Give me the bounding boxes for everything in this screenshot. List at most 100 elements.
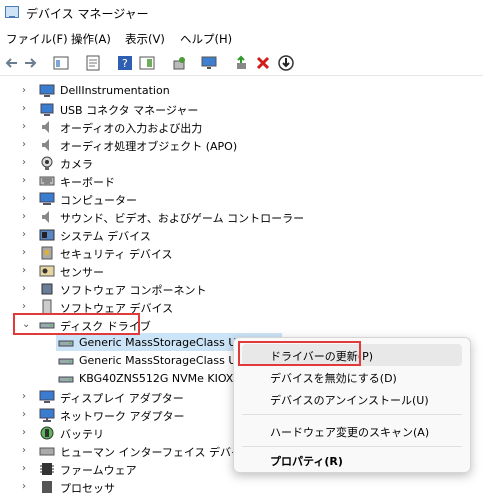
speaker-icon: [39, 119, 55, 135]
network-icon: [39, 407, 55, 423]
scan-hardware-icon[interactable]: [170, 54, 188, 72]
usb-icon: [39, 101, 55, 117]
highlight-box-update-driver: [238, 341, 361, 366]
chevron-right-icon[interactable]: ›: [22, 481, 32, 493]
disk-icon: [58, 335, 74, 351]
camera-icon: [39, 155, 55, 171]
chevron-right-icon[interactable]: ›: [22, 211, 32, 223]
tree-item-sound-video-game[interactable]: › サウンド、ビデオ、およびゲーム コントローラー: [0, 208, 483, 226]
tree-label: セキュリティ デバイス: [60, 248, 173, 261]
chevron-right-icon[interactable]: ›: [22, 247, 32, 259]
display-icon: [39, 389, 55, 405]
tree-label: DellInstrumentation: [60, 84, 170, 97]
tree-label: ファームウェア: [60, 464, 137, 477]
chevron-right-icon[interactable]: ›: [22, 175, 32, 187]
menu-separator: [242, 414, 462, 415]
speaker-icon: [39, 137, 55, 153]
tree-label: ソフトウェア コンポーネント: [60, 284, 207, 297]
speaker-icon: [39, 209, 55, 225]
tree-label: カメラ: [60, 158, 93, 171]
menu-item-properties[interactable]: プロパティ(R): [242, 451, 462, 469]
tree-label: オーディオの入力および出力: [60, 122, 203, 135]
tree-label: センサー: [60, 266, 104, 279]
tree-item-dellinstrumentation[interactable]: › DellInstrumentation: [0, 82, 483, 100]
menu-view[interactable]: 表示(V): [125, 31, 165, 47]
tree-label: キーボード: [60, 176, 115, 189]
menu-file[interactable]: ファイル(F): [6, 31, 68, 47]
chevron-right-icon[interactable]: ›: [22, 121, 32, 133]
chevron-right-icon[interactable]: ›: [22, 139, 32, 151]
chevron-right-icon[interactable]: ›: [22, 85, 32, 97]
highlight-box-disk-drives: [13, 313, 140, 335]
tree-label: システム デバイス: [60, 230, 151, 243]
tree-item-computer[interactable]: › コンピューター: [0, 190, 483, 208]
tree-label: ヒューマン インターフェイス デバイス: [60, 446, 253, 459]
tree-item-keyboard[interactable]: › キーボード: [0, 172, 483, 190]
tree-item-sensors[interactable]: › センサー: [0, 262, 483, 280]
firmware-icon: [39, 461, 55, 477]
chevron-right-icon[interactable]: ›: [22, 409, 32, 421]
tree-view-icon[interactable]: [52, 54, 70, 72]
computer-icon: [39, 191, 55, 207]
help-icon[interactable]: ?: [116, 54, 134, 72]
chevron-right-icon[interactable]: ›: [22, 391, 32, 403]
update-driver-icon[interactable]: [232, 54, 250, 72]
uninstall-x-icon[interactable]: [254, 54, 272, 72]
chevron-right-icon[interactable]: ›: [22, 265, 32, 277]
menu-separator: [242, 446, 462, 447]
chevron-right-icon[interactable]: ›: [22, 283, 32, 295]
puzzle-icon: [39, 281, 55, 297]
download-circle-icon[interactable]: [277, 54, 295, 72]
tree-item-security-devices[interactable]: › セキュリティ デバイス: [0, 244, 483, 262]
tree-item-apo[interactable]: › オーディオ処理オブジェクト (APO): [0, 136, 483, 154]
disk-icon: [58, 371, 74, 387]
chevron-right-icon[interactable]: ›: [22, 463, 32, 475]
security-icon: [39, 245, 55, 261]
processor-icon: [39, 479, 55, 495]
tree-label: ディスプレイ アダプター: [60, 392, 184, 405]
title-bar: デバイス マネージャー: [0, 0, 483, 26]
menu-item-disable-device[interactable]: デバイスを無効にする(D): [242, 366, 462, 388]
window-title: デバイス マネージャー: [26, 7, 149, 21]
chevron-right-icon[interactable]: ›: [22, 301, 32, 313]
chevron-right-icon[interactable]: ›: [22, 193, 32, 205]
hid-icon: [39, 443, 55, 459]
tree-item-usb-connector[interactable]: › USB コネクタ マネージャー: [0, 100, 483, 118]
chevron-right-icon[interactable]: ›: [22, 445, 32, 457]
monitor-icon: [39, 83, 55, 99]
tree-label: ネットワーク アダプター: [60, 410, 185, 423]
tree-label: USB コネクタ マネージャー: [60, 104, 199, 117]
menu-item-uninstall-device[interactable]: デバイスのアンインストール(U): [242, 388, 462, 410]
forward-arrow-icon[interactable]: [22, 54, 40, 72]
disk-icon: [58, 353, 74, 369]
tree-label: サウンド、ビデオ、およびゲーム コントローラー: [60, 212, 305, 225]
back-arrow-icon[interactable]: [2, 54, 20, 72]
tree-item-camera[interactable]: › カメラ: [0, 154, 483, 172]
chevron-right-icon[interactable]: ›: [22, 157, 32, 169]
menu-item-scan-hardware[interactable]: ハードウェア変更のスキャン(A): [242, 420, 462, 442]
keyboard-icon: [39, 173, 55, 189]
chevron-right-icon[interactable]: ›: [22, 229, 32, 241]
system-icon: [39, 227, 55, 243]
chevron-right-icon[interactable]: ›: [22, 427, 32, 439]
svg-text:?: ?: [122, 57, 128, 70]
menu-bar: ファイル(F) 操作(A) 表示(V) ヘルプ(H): [0, 29, 483, 49]
chevron-right-icon[interactable]: ›: [22, 103, 32, 115]
battery-icon: [39, 425, 55, 441]
tree-item-software-components[interactable]: › ソフトウェア コンポーネント: [0, 280, 483, 298]
menu-action[interactable]: 操作(A): [71, 31, 111, 47]
toolbar: ?: [0, 51, 483, 76]
properties-sheet-icon[interactable]: [84, 54, 102, 72]
monitor-icon[interactable]: [200, 54, 218, 72]
menu-help[interactable]: ヘルプ(H): [180, 31, 232, 47]
tree-label: プロセッサ: [60, 482, 115, 495]
sensor-icon: [39, 263, 55, 279]
tree-label: オーディオ処理オブジェクト (APO): [60, 140, 238, 153]
tree-item-processors[interactable]: › プロセッサ: [0, 478, 483, 496]
device-manager-app-icon: [5, 6, 19, 18]
tree-item-audio-io[interactable]: › オーディオの入力および出力: [0, 118, 483, 136]
tree-label: バッテリ: [60, 428, 104, 441]
tree-item-system-devices[interactable]: › システム デバイス: [0, 226, 483, 244]
view-pane-icon[interactable]: [138, 54, 156, 72]
tree-label: コンピューター: [60, 194, 137, 207]
